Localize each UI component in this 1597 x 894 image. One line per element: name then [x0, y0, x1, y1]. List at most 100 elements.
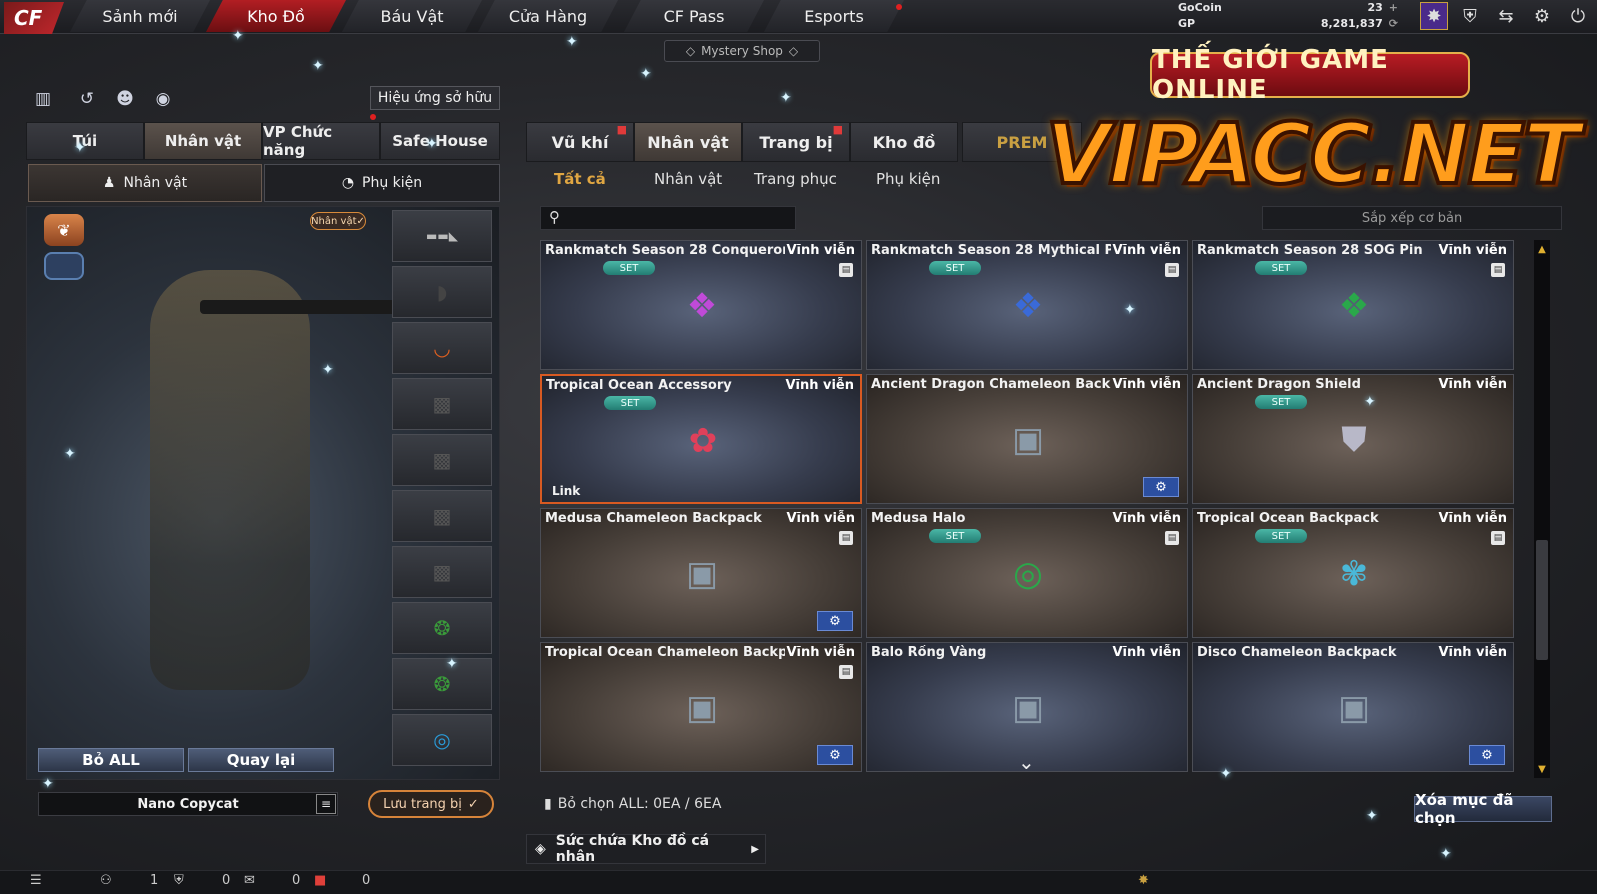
lock-icon[interactable]: ▤ [1491, 263, 1505, 277]
ranking-icon[interactable]: ▥ [30, 86, 56, 112]
character-swap-icon[interactable]: ☻ [112, 86, 138, 112]
mystery-shop-button[interactable]: ◇ Mystery Shop ◇ [664, 40, 820, 62]
chat-icon[interactable]: ✉ [244, 873, 255, 888]
item-card[interactable]: Ancient Dragon Shield Vĩnh viễn SET ⛊ [1192, 374, 1514, 504]
rank-emblem-icon[interactable]: ✸ [1138, 873, 1149, 888]
list-icon[interactable]: ☰ [30, 873, 42, 888]
scrollbar[interactable]: ▲ ▼ [1534, 240, 1550, 778]
item-card[interactable]: Medusa Halo Vĩnh viễn SET ▤ ◎ [866, 508, 1188, 638]
scroll-thumb[interactable] [1536, 540, 1548, 660]
filter-character[interactable]: Nhân vật [654, 170, 722, 188]
preset-name-field[interactable]: Nano Copycat [38, 792, 338, 816]
tab-sanh-moi[interactable]: Sảnh mới [70, 0, 210, 32]
back-button[interactable]: Quay lại [188, 748, 334, 772]
tab-weapon[interactable]: Vũ khí ■ [526, 122, 634, 162]
lock-icon[interactable]: ▤ [839, 263, 853, 277]
lock-icon[interactable]: ▤ [1165, 531, 1179, 545]
gear-icon[interactable]: ⚙ [1528, 2, 1556, 30]
tab-kho-do[interactable]: Kho Đồ [206, 0, 346, 32]
item-link-label[interactable]: Link [552, 484, 580, 498]
team-emblem-icon[interactable] [44, 252, 84, 280]
chevron-down-icon[interactable]: ⌄ [1018, 750, 1035, 774]
mouse-icon[interactable]: ◉ [150, 86, 176, 112]
subtab-accessory[interactable]: ◔ Phụ kiện [264, 164, 500, 202]
item-card[interactable]: Tropical Ocean Backpack Vĩnh viễn SET ▤ ✾ [1192, 508, 1514, 638]
refresh-icon[interactable]: ⟳ [1389, 17, 1398, 30]
item-card[interactable]: Tropical Ocean Chameleon Backpack Vĩnh v… [540, 642, 862, 772]
slot-armor[interactable]: ▩ [392, 490, 492, 542]
item-duration: Vĩnh viễn [1112, 243, 1181, 258]
tab-nhan-vat[interactable]: Nhân vật [144, 122, 262, 160]
shield-icon[interactable]: ⛨ [1456, 2, 1484, 30]
tab-safe-house[interactable]: Safe House [380, 122, 500, 160]
backpack-icon: ▩ [432, 448, 452, 472]
watermark-logo: VIPACC.NET [1042, 92, 1583, 216]
halo-icon: ◎ [433, 728, 451, 752]
deselect-all-status[interactable]: ▮ Bỏ chọn ALL: 0EA / 6EA [544, 796, 721, 812]
subtab-character[interactable]: ♟ Nhân vật [28, 164, 262, 202]
character-badge: Nhân vật ✓ [310, 212, 366, 230]
friends-icon[interactable]: ⚇ [100, 873, 112, 888]
check-icon: ✓ [356, 215, 365, 227]
slot-pants[interactable]: ▩ [392, 546, 492, 598]
delete-selected-button[interactable]: Xóa mục đã chọn [1414, 791, 1552, 827]
slot-ring-2[interactable]: ❂ [392, 658, 492, 710]
mask-icon: ◡ [433, 336, 451, 360]
tab-cf-pass[interactable]: CF Pass [624, 0, 764, 32]
storage-capacity-button[interactable]: ◈ Sức chứa Kho đồ cá nhân ▶ [526, 833, 766, 865]
gift-icon[interactable]: ■ [314, 873, 326, 888]
item-card[interactable]: Disco Chameleon Backpack Vĩnh viễn ▣ ⚙ [1192, 642, 1514, 772]
menu-icon[interactable]: ≡ [316, 794, 336, 814]
gear-icon[interactable]: ⚙ [817, 745, 853, 765]
history-icon[interactable]: ↺ [74, 86, 100, 112]
item-card[interactable]: Rankmatch Season 28 Conqueror Pin Vĩnh v… [540, 240, 862, 370]
lock-icon[interactable]: ▤ [1165, 263, 1179, 277]
tab-esports[interactable]: Esports [764, 0, 904, 32]
tab-vp-chuc-nang[interactable]: VP Chức năng [262, 122, 380, 160]
tab-bau-vat[interactable]: Báu Vật [342, 0, 482, 32]
slot-backpack[interactable]: ▩ [392, 434, 492, 486]
filter-accessory[interactable]: Phụ kiện [876, 170, 940, 188]
search-input[interactable]: ⚲ [540, 206, 796, 230]
remove-all-button[interactable]: Bỏ ALL [38, 748, 184, 772]
item-card[interactable]: Medusa Chameleon Backpack Vĩnh viễn ▤ ▣ ⚙ [540, 508, 862, 638]
cf-logo[interactable]: CF [4, 2, 64, 34]
item-card[interactable]: Ancient Dragon Chameleon Backpack Vĩnh v… [866, 374, 1188, 504]
effects-owned-button[interactable]: Hiệu ứng sở hữu [370, 86, 500, 110]
set-badge: SET [1255, 261, 1307, 275]
gear-icon[interactable]: ⚙ [817, 611, 853, 631]
sparkle-icon: ✦ [426, 136, 438, 152]
save-equipment-button[interactable]: Lưu trang bị ✓ [368, 790, 494, 818]
filter-all[interactable]: Tất cả [554, 170, 606, 188]
clan-icon[interactable]: ⛨ [174, 873, 184, 888]
gocoin-plus-icon[interactable]: + [1389, 1, 1398, 14]
sparkle-icon: ✦ [1440, 846, 1452, 862]
lock-icon[interactable]: ▤ [1491, 531, 1505, 545]
sparkle-icon: ✦ [1364, 394, 1376, 410]
accessory-icon: ◔ [341, 175, 355, 191]
scroll-down-icon[interactable]: ▼ [1535, 762, 1549, 776]
tab-storage[interactable]: Kho đồ [850, 122, 958, 162]
lock-icon[interactable]: ▤ [839, 665, 853, 679]
item-card[interactable]: Rankmatch Season 28 Mythical Pin Vĩnh vi… [866, 240, 1188, 370]
tab-cua-hang[interactable]: Cửa Hàng [478, 0, 618, 32]
tab-equipment[interactable]: Trang bị ■ [742, 122, 850, 162]
slot-mask[interactable]: ◡ [392, 322, 492, 374]
item-card[interactable]: Rankmatch Season 28 SOG Pin Vĩnh viễn SET… [1192, 240, 1514, 370]
gear-icon[interactable]: ⚙ [1143, 477, 1179, 497]
scroll-up-icon[interactable]: ▲ [1535, 242, 1549, 256]
power-icon[interactable]: ⏻ [1564, 2, 1592, 30]
rank-emblem-icon[interactable]: ✸ [1420, 2, 1448, 30]
lock-icon[interactable]: ▤ [839, 531, 853, 545]
item-card[interactable]: Tropical Ocean Accessory Vĩnh viễn SET ✿ Li… [540, 374, 862, 504]
exit-door-icon[interactable]: ⇆ [1492, 2, 1520, 30]
slot-ring-1[interactable]: ❂ [392, 602, 492, 654]
slot-beret[interactable]: ◗ [392, 266, 492, 318]
tab-character[interactable]: Nhân vật [634, 122, 742, 162]
slot-vest[interactable]: ▩ [392, 378, 492, 430]
slot-halo[interactable]: ◎ [392, 714, 492, 766]
gear-icon[interactable]: ⚙ [1469, 745, 1505, 765]
hawk-emblem-icon[interactable]: ❦ [44, 214, 84, 246]
filter-costume[interactable]: Trang phục [754, 170, 837, 188]
slot-weapon[interactable]: ▬▬◣ [392, 210, 492, 262]
